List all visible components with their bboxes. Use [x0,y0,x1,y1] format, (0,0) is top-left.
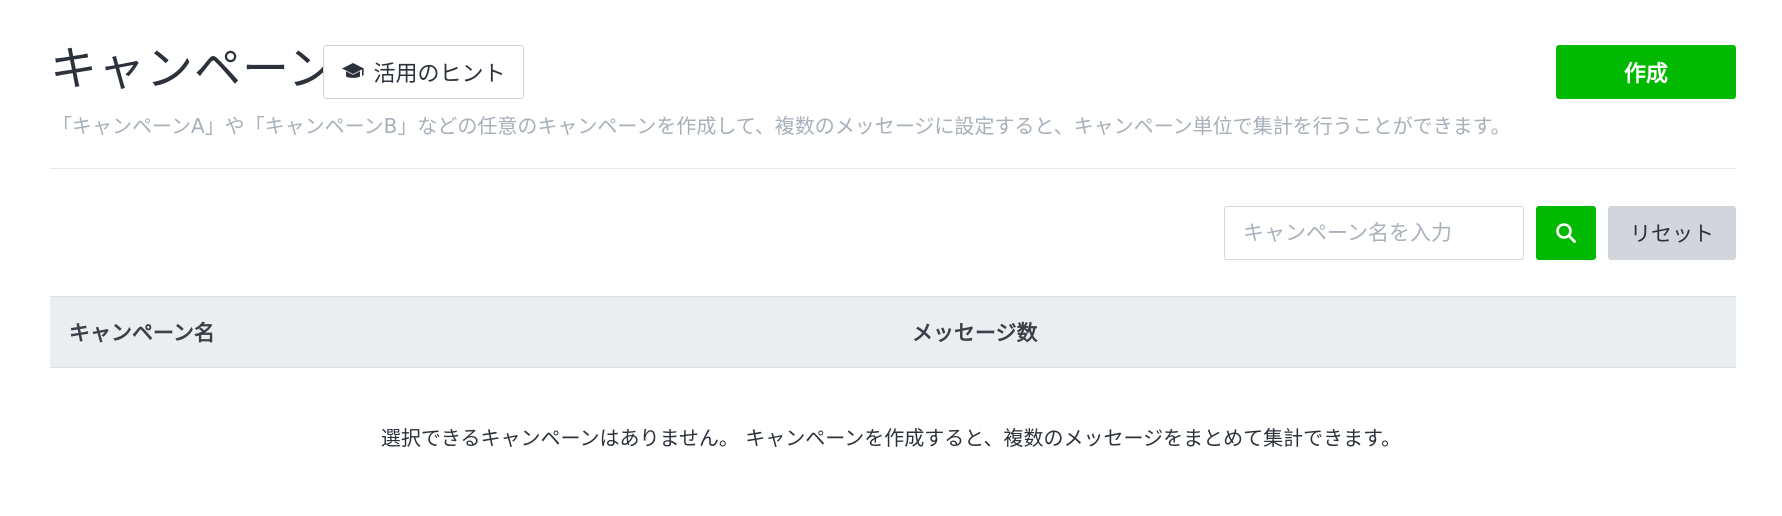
create-button[interactable]: 作成 [1556,45,1736,99]
table-header: キャンペーン名 メッセージ数 [50,296,1736,368]
campaign-page: キャンペーン 活用のヒント 作成 「キャンペーンA」や「キャンペーンB」などの任… [0,0,1782,516]
divider [50,168,1736,169]
graduation-cap-icon [341,61,367,83]
column-header-campaign-name: キャンペーン名 [69,321,215,345]
page-description: 「キャンペーンA」や「キャンペーンB」などの任意のキャンペーンを作成して、複数の… [52,114,1511,138]
hint-button[interactable]: 活用のヒント [323,45,524,99]
search-input[interactable] [1224,206,1524,260]
column-header-message-count: メッセージ数 [912,321,1038,345]
empty-state-message: 選択できるキャンペーンはありません。 キャンペーンを作成すると、複数のメッセージ… [380,426,1402,450]
search-button[interactable] [1536,206,1596,260]
hint-button-label: 活用のヒント [373,62,506,87]
search-icon [1555,222,1577,244]
reset-button[interactable]: リセット [1608,206,1736,260]
page-title: キャンペーン [50,42,336,97]
